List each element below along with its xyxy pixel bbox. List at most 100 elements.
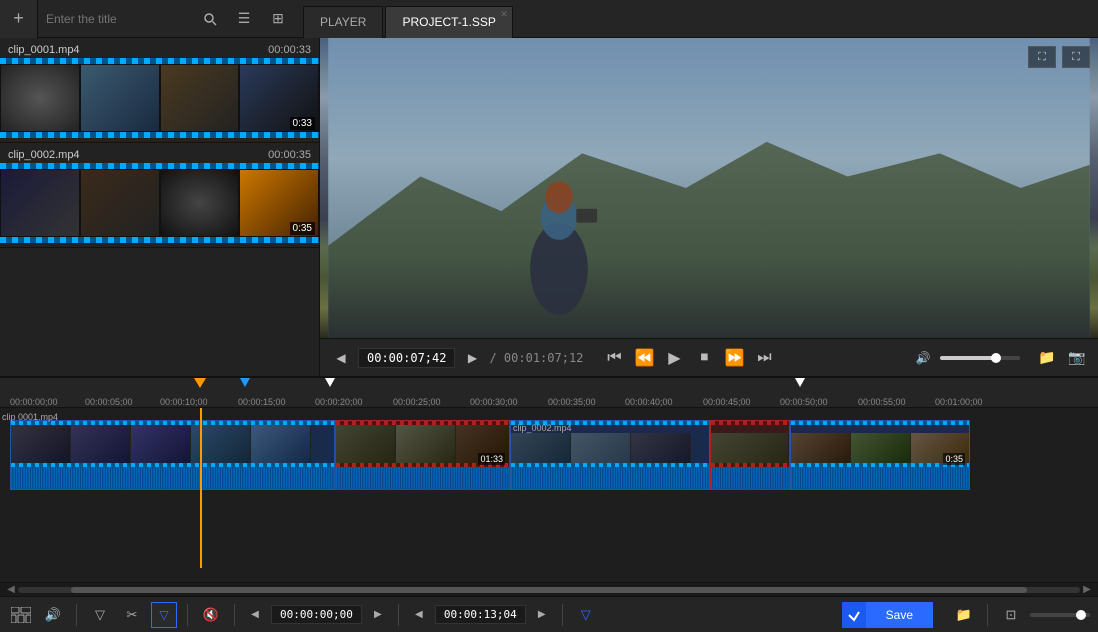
ruler-label-5: 00:00:25;00: [393, 397, 441, 407]
tl-thumb-1-3: [131, 425, 191, 463]
tl-thumb-2-2: [396, 425, 456, 463]
tl-clip-video-3: [511, 433, 709, 463]
tl-clip-video-5: [791, 433, 969, 463]
tab-close-icon[interactable]: ✕: [500, 9, 508, 20]
active-filter-button[interactable]: ▽: [151, 602, 177, 628]
clip-duration-2: 00:00:35: [268, 149, 311, 161]
tl-clip-video-4: [711, 433, 789, 463]
play-button[interactable]: ▶: [661, 345, 687, 371]
filmstrip-bottom-1: [0, 132, 319, 138]
mute-button[interactable]: 🔇: [198, 602, 224, 628]
search-button[interactable]: [193, 0, 227, 38]
next-button[interactable]: ▶: [459, 345, 485, 371]
tl-clip-audio-3: [511, 467, 709, 489]
fullscreen-button[interactable]: ⛶: [1062, 46, 1090, 68]
ruler-label-3: 00:00:15;00: [238, 397, 286, 407]
clip-thumb-2-2: [80, 169, 160, 237]
audio-wave-4: [711, 467, 789, 489]
timeline-clip-5[interactable]: 0:35: [790, 420, 970, 490]
top-bar: + ☰ ⊞ PLAYER PROJECT-1.SSP ✕: [0, 0, 1098, 38]
tl-clip-audio-2: [336, 467, 509, 489]
step-fwd-button[interactable]: ⏭: [751, 345, 777, 371]
scroll-right-arrow[interactable]: ▶: [1080, 583, 1094, 597]
timecode-2[interactable]: 00:00:13;04: [435, 605, 526, 624]
stop-button[interactable]: ⏹: [691, 345, 717, 371]
volume-icon[interactable]: 🔊: [910, 345, 936, 371]
video-track: clip 0001.mp4: [0, 410, 1098, 495]
clip-duration-1: 00:00:33: [268, 44, 311, 56]
audio-wave-3: [511, 467, 709, 489]
tab-area: PLAYER PROJECT-1.SSP ✕: [303, 0, 515, 38]
ruler-label-7: 00:00:35;00: [548, 397, 596, 407]
tl-timestamp-1: 01:33: [478, 453, 505, 465]
tc1-prev-button[interactable]: ◀: [245, 605, 265, 625]
clip-thumb-2-3: [160, 169, 240, 237]
razor-button[interactable]: ✂: [119, 602, 145, 628]
zoom-thumb: [1076, 610, 1086, 620]
clip-thumbnails-1[interactable]: 0:33: [0, 58, 319, 138]
grid-view-button[interactable]: ⊞: [261, 0, 295, 38]
clip-header-2: clip_0002.mp4 00:00:35: [0, 147, 319, 163]
prev-button[interactable]: ◀: [328, 345, 354, 371]
scroll-left-arrow[interactable]: ◀: [4, 583, 18, 597]
tc2-prev-button[interactable]: ◀: [409, 605, 429, 625]
tl-clip-3-label: clip_0002.mp4: [513, 423, 572, 433]
player-controls: ◀ 00:00:07;42 ▶ / 00:01:07;12 ⏮ ⏪ ▶ ⏹ ⏩ …: [320, 338, 1098, 376]
tl-thumb-5-1: [791, 433, 851, 463]
main-area: clip_0001.mp4 00:00:33 0:33 clip_0002.mp…: [0, 38, 1098, 376]
timeline-clip-3[interactable]: clip_0002.mp4: [510, 420, 710, 490]
tl-thumb-3-1: [511, 433, 571, 463]
clip-name-2: clip_0002.mp4: [8, 149, 80, 161]
tl-thumb-3-3: [631, 433, 691, 463]
filter-blue-button[interactable]: ▽: [573, 602, 599, 628]
folder-bb-button[interactable]: 📁: [951, 602, 977, 628]
in-marker: [240, 378, 250, 387]
zoom-slider[interactable]: [1030, 613, 1090, 617]
filmstrip-top-1: [0, 58, 319, 64]
filmstrip-top-2: [0, 163, 319, 169]
add-button[interactable]: +: [0, 0, 38, 38]
timeline-clip-1[interactable]: [10, 420, 335, 490]
audio-button[interactable]: 🔊: [40, 602, 66, 628]
clip-name-1: clip_0001.mp4: [8, 44, 80, 56]
current-timecode[interactable]: 00:00:07;42: [358, 348, 455, 368]
expand-button[interactable]: ⛶: [1028, 46, 1056, 68]
clip-thumbnails-2[interactable]: 0:35: [0, 163, 319, 243]
volume-slider[interactable]: [940, 356, 1020, 360]
screenshot-button[interactable]: 📷: [1064, 345, 1090, 371]
tc1-next-button[interactable]: ▶: [368, 605, 388, 625]
ruler-label-8: 00:00:40;00: [625, 397, 673, 407]
save-icon-button[interactable]: [842, 602, 866, 628]
audio-wave-1: [11, 467, 334, 489]
ruler-label-0: 00:00:00;00: [10, 397, 58, 407]
tab-project[interactable]: PROJECT-1.SSP ✕: [385, 6, 512, 38]
total-timecode: / 00:01:07;12: [489, 351, 583, 365]
step-back-button[interactable]: ⏮: [601, 345, 627, 371]
timeline-clip-2[interactable]: 01:33: [335, 420, 510, 490]
storyboard-button[interactable]: [8, 602, 34, 628]
tc2-next-button[interactable]: ▶: [532, 605, 552, 625]
clip-thumb-2-1: [0, 169, 80, 237]
video-background: [320, 38, 1098, 338]
clip-timestamp-1: 0:33: [290, 117, 315, 130]
frame-back-button[interactable]: ⏪: [631, 345, 657, 371]
frame-fwd-button[interactable]: ⏩: [721, 345, 747, 371]
fit-button[interactable]: ⊡: [998, 602, 1024, 628]
tab-player[interactable]: PLAYER: [303, 6, 383, 38]
volume-thumb: [991, 353, 1001, 363]
list-view-button[interactable]: ☰: [227, 0, 261, 38]
filter-button[interactable]: ▽: [87, 602, 113, 628]
tl-thumb-5-2: [851, 433, 911, 463]
timeline-ruler: 00:00:00;00 00:00:05;00 00:00:10;00 00:0…: [0, 378, 1098, 408]
save-button[interactable]: Save: [866, 602, 933, 628]
clip-thumb-1-1: [0, 64, 80, 132]
scroll-track[interactable]: [18, 587, 1080, 593]
h-scrollbar: ◀ ▶: [0, 582, 1098, 596]
timecode-1[interactable]: 00:00:00;00: [271, 605, 362, 624]
separator-5: [562, 604, 563, 626]
title-input[interactable]: [38, 12, 193, 26]
clip-item-1: clip_0001.mp4 00:00:33 0:33: [0, 38, 319, 143]
timeline-clip-4[interactable]: [710, 420, 790, 490]
folder-button[interactable]: 📁: [1034, 345, 1060, 371]
separator-6: [987, 604, 988, 626]
